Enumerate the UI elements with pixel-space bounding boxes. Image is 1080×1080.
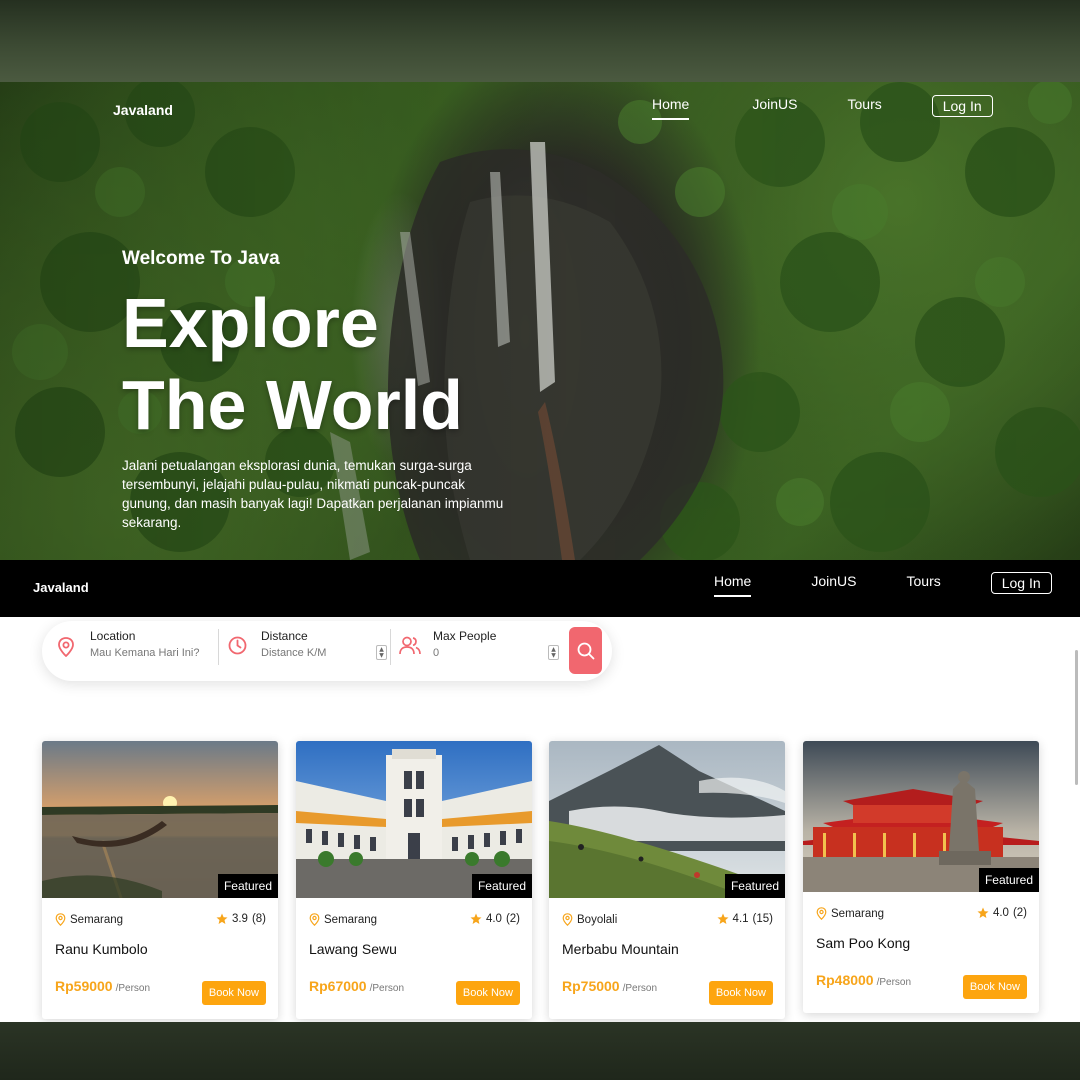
- rating-value: 4.1: [732, 913, 749, 925]
- users-icon: [399, 636, 421, 655]
- tour-location: Semarang: [309, 913, 377, 926]
- tour-rating: 3.9 (8): [216, 913, 266, 925]
- tour-price: Rp67000 /Person: [309, 978, 404, 994]
- blurred-frame-bottom: [0, 1022, 1080, 1080]
- tour-location: Semarang: [816, 907, 884, 920]
- star-icon: [470, 913, 482, 924]
- distance-placeholder[interactable]: Distance K/M: [261, 647, 326, 659]
- star-icon: [216, 913, 228, 924]
- tour-location: Boyolali: [562, 913, 617, 926]
- location-field[interactable]: Location Mau Kemana Hari Ini?: [42, 621, 217, 681]
- navbar-joinus[interactable]: JoinUS: [811, 573, 856, 593]
- navbar-links: Home JoinUS Tours Log In: [714, 572, 1052, 597]
- price-unit: /Person: [369, 983, 405, 994]
- price-value: Rp75000: [562, 978, 620, 994]
- hero-nav-joinus[interactable]: JoinUS: [752, 96, 797, 116]
- featured-badge: Featured: [471, 874, 532, 898]
- tour-image[interactable]: Featured: [803, 741, 1039, 892]
- featured-badge: Featured: [978, 868, 1039, 892]
- featured-badge: Featured: [217, 874, 278, 898]
- hero-nav-home[interactable]: Home: [652, 96, 690, 120]
- tour-image[interactable]: Featured: [296, 741, 532, 898]
- hero-welcome-text: Welcome To Java: [122, 248, 280, 269]
- tour-price: Rp48000 /Person: [816, 972, 911, 988]
- tour-name[interactable]: Sam Poo Kong: [816, 935, 910, 951]
- map-pin-icon: [562, 913, 573, 926]
- hero-title: Explore The World: [122, 282, 463, 446]
- book-now-button[interactable]: Book Now: [708, 981, 773, 1005]
- map-pin-icon: [55, 913, 66, 926]
- max-people-stepper[interactable]: ▲ ▼: [548, 645, 559, 660]
- distance-field[interactable]: Distance Distance K/M ▲ ▼: [219, 621, 389, 681]
- tour-rating: 4.0 (2): [470, 913, 520, 925]
- tour-rating: 4.0 (2): [977, 907, 1027, 919]
- search-button[interactable]: [569, 627, 602, 674]
- tour-image[interactable]: Featured: [549, 741, 785, 898]
- page-scrollbar[interactable]: [1075, 650, 1078, 785]
- distance-stepper[interactable]: ▲ ▼: [376, 645, 387, 660]
- rating-value: 3.9: [231, 913, 248, 925]
- hero-login-button[interactable]: Log In: [931, 95, 993, 117]
- location-label: Location: [90, 629, 136, 643]
- tour-name[interactable]: Lawang Sewu: [309, 941, 397, 957]
- book-now-button[interactable]: Book Now: [962, 975, 1027, 999]
- tour-price: Rp59000 /Person: [55, 978, 150, 994]
- tour-location-name: Semarang: [831, 907, 885, 920]
- tour-rating: 4.1 (15): [717, 913, 773, 925]
- max-people-label: Max People: [433, 629, 497, 643]
- hero-description: Jalani petualangan eksplorasi dunia, tem…: [122, 458, 504, 530]
- tour-price: Rp75000 /Person: [562, 978, 657, 994]
- price-unit: /Person: [115, 983, 151, 994]
- tour-card[interactable]: Featured Boyolali 4.1 (15) Merbabu Mount…: [549, 741, 785, 1019]
- hero-title-line2: The World: [122, 366, 463, 444]
- rating-value: 4.0: [992, 907, 1009, 919]
- hero-nav-tours[interactable]: Tours: [848, 96, 882, 116]
- tour-location: Semarang: [55, 913, 123, 926]
- navbar-brand-logo[interactable]: Javaland: [33, 580, 89, 595]
- blurred-frame-top: [0, 0, 1080, 82]
- tour-card[interactable]: Featured Semarang 3.9 (8) Ranu Kumbolo R…: [42, 741, 278, 1019]
- price-value: Rp59000: [55, 978, 113, 994]
- navbar-home[interactable]: Home: [714, 573, 752, 597]
- price-value: Rp67000: [309, 978, 367, 994]
- book-now-button[interactable]: Book Now: [201, 981, 266, 1005]
- review-count: (2): [1012, 907, 1027, 919]
- search-icon: [577, 642, 594, 659]
- tour-location-name: Semarang: [70, 913, 124, 926]
- navbar-tours[interactable]: Tours: [907, 573, 941, 593]
- tour-location-name: Semarang: [324, 913, 378, 926]
- book-now-button[interactable]: Book Now: [455, 981, 520, 1005]
- max-people-field[interactable]: Max People 0 ▲ ▼: [391, 621, 566, 681]
- map-pin-icon: [58, 637, 74, 657]
- review-count: (15): [752, 913, 773, 925]
- review-count: (2): [505, 913, 520, 925]
- tour-name[interactable]: Ranu Kumbolo: [55, 941, 148, 957]
- price-value: Rp48000: [816, 972, 874, 988]
- tour-search-bar: Location Mau Kemana Hari Ini? Distance D…: [42, 621, 612, 681]
- distance-label: Distance: [261, 629, 308, 643]
- hero-brand-logo[interactable]: Javaland: [113, 102, 173, 118]
- tour-location-name: Boyolali: [577, 913, 618, 926]
- price-unit: /Person: [622, 983, 658, 994]
- sticky-navbar: Javaland Home JoinUS Tours Log In: [0, 560, 1080, 617]
- clock-icon: [228, 636, 247, 655]
- hero-nav: Home JoinUS Tours Log In: [652, 95, 993, 120]
- star-icon: [717, 913, 729, 924]
- tour-card[interactable]: Featured Semarang 4.0 (2) Lawang Sewu Rp…: [296, 741, 532, 1019]
- navbar-login-button[interactable]: Log In: [990, 572, 1052, 594]
- tour-card[interactable]: Featured Semarang 4.0 (2) Sam Poo Kong R…: [803, 741, 1039, 1013]
- hero-section: Javaland Home JoinUS Tours Log In Welcom…: [0, 82, 1080, 560]
- tour-image[interactable]: Featured: [42, 741, 278, 898]
- price-unit: /Person: [876, 977, 912, 988]
- rating-value: 4.0: [485, 913, 502, 925]
- max-people-value[interactable]: 0: [433, 647, 439, 659]
- star-icon: [977, 907, 989, 918]
- map-pin-icon: [816, 907, 827, 920]
- location-placeholder[interactable]: Mau Kemana Hari Ini?: [90, 647, 199, 659]
- featured-badge: Featured: [724, 874, 785, 898]
- hero-title-line1: Explore: [122, 284, 379, 362]
- map-pin-icon: [309, 913, 320, 926]
- review-count: (8): [251, 913, 266, 925]
- tour-name[interactable]: Merbabu Mountain: [562, 941, 679, 957]
